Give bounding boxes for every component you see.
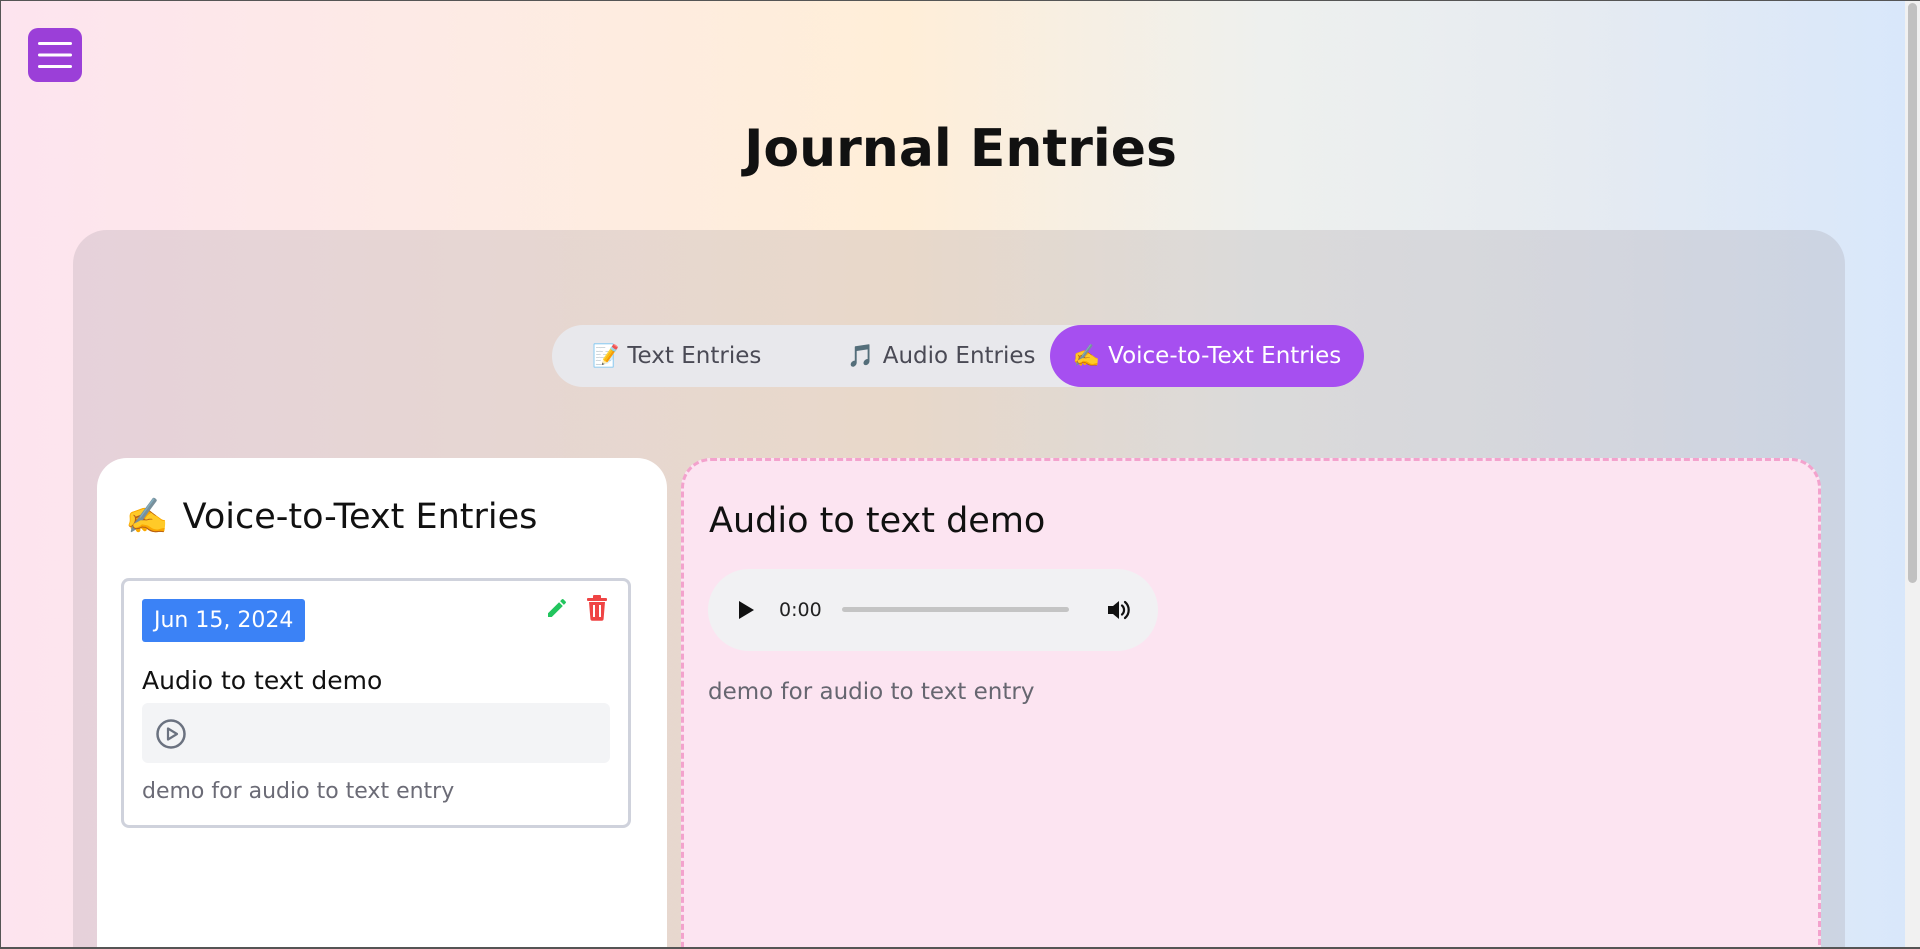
volume-icon[interactable]	[1106, 598, 1132, 626]
scrollbar-thumb[interactable]	[1908, 3, 1917, 583]
entries-list-card: ✍️ Voice-to-Text Entries Jun 15, 2024 Au…	[97, 458, 667, 949]
tab-label: Text Entries	[627, 343, 762, 369]
page-title: Journal Entries	[744, 119, 1177, 179]
trash-icon[interactable]	[586, 595, 608, 625]
list-title: ✍️ Voice-to-Text Entries	[125, 496, 538, 538]
tab-label: Audio Entries	[882, 343, 1036, 369]
entry-description: demo for audio to text entry	[142, 779, 455, 804]
hamburger-menu-icon	[38, 42, 72, 68]
entry-card[interactable]: Jun 15, 2024 Audio to text demo demo for…	[121, 578, 631, 828]
entry-title: Audio to text demo	[142, 666, 383, 695]
music-note-icon: 🎵	[847, 343, 875, 369]
tab-voice-to-text-entries[interactable]: ✍️ Voice-to-Text Entries	[1050, 325, 1364, 387]
entry-tabs: 📝 Text Entries 🎵 Audio Entries ✍️ Voice-…	[552, 325, 1364, 387]
play-circle-icon[interactable]	[155, 718, 187, 754]
writing-hand-icon: ✍️	[1072, 343, 1101, 369]
entry-detail-card: Audio to text demo 0:00 demo for audio t…	[681, 458, 1821, 949]
audio-progress-slider[interactable]	[842, 607, 1069, 612]
detail-description: demo for audio to text entry	[708, 679, 1035, 705]
date-badge: Jun 15, 2024	[142, 599, 306, 642]
writing-hand-icon: ✍️	[125, 497, 169, 537]
play-icon[interactable]	[736, 599, 756, 625]
detail-title: Audio to text demo	[709, 501, 1046, 541]
list-title-text: Voice-to-Text Entries	[182, 496, 538, 537]
tab-text-entries[interactable]: 📝 Text Entries	[572, 325, 781, 387]
memo-icon: 📝	[592, 343, 620, 369]
menu-button[interactable]	[28, 28, 82, 82]
entry-audio-player[interactable]	[142, 703, 610, 763]
pencil-icon[interactable]	[545, 596, 569, 624]
tab-label: Voice-to-Text Entries	[1108, 343, 1342, 369]
page-scrollbar[interactable]	[1905, 1, 1920, 949]
audio-player: 0:00	[708, 569, 1158, 651]
audio-time: 0:00	[779, 599, 822, 621]
tab-audio-entries[interactable]: 🎵 Audio Entries	[827, 325, 1055, 387]
